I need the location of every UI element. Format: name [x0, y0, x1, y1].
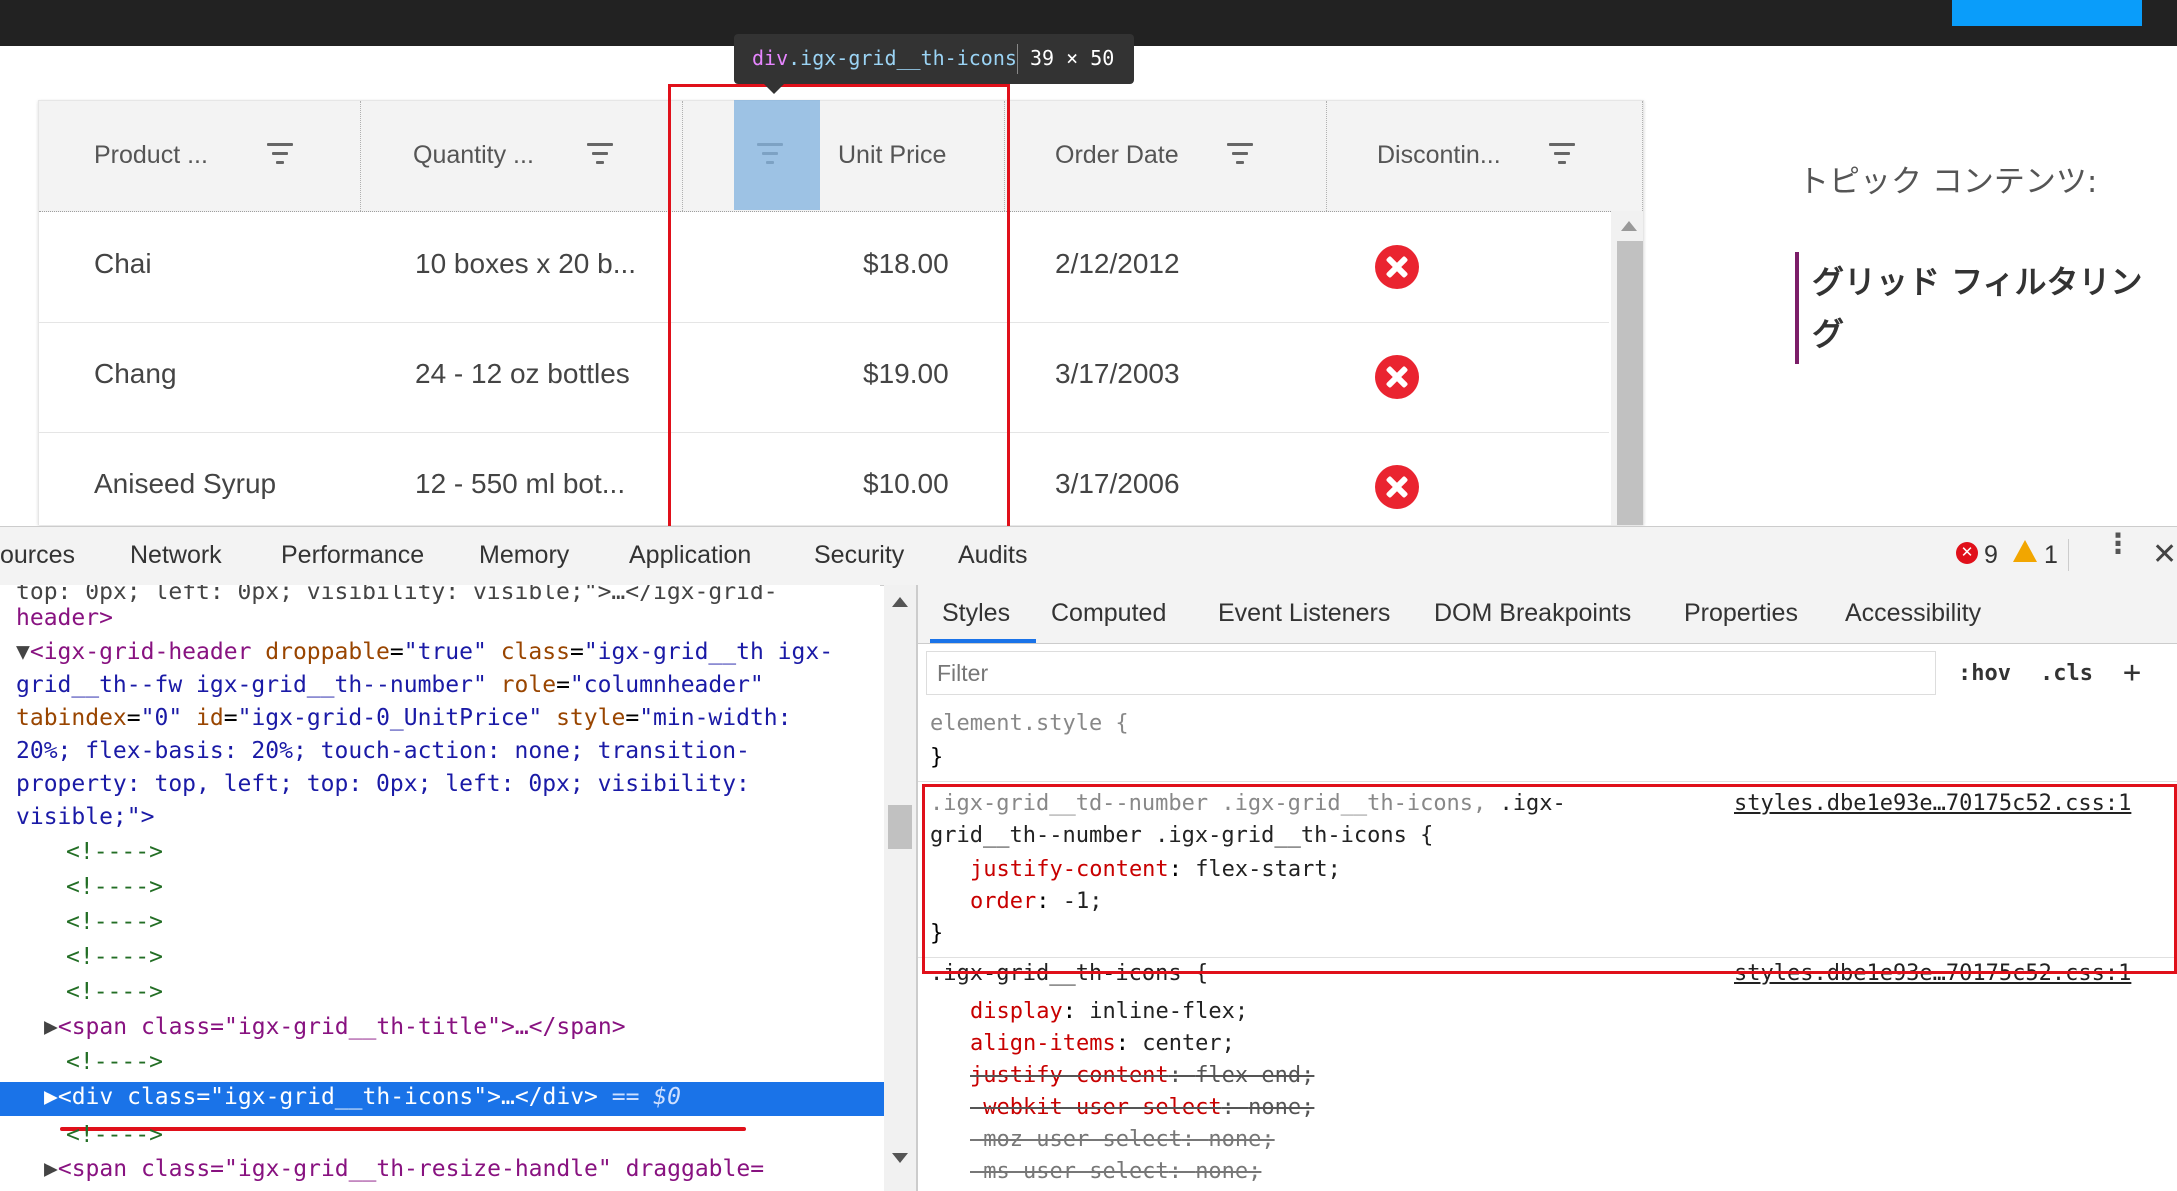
- tab-application[interactable]: Application: [629, 541, 751, 570]
- hov-toggle[interactable]: :hov: [1958, 661, 2011, 686]
- dom-line[interactable]: ▶<span class="igx-grid__th-resize-handle…: [44, 1156, 764, 1182]
- cell-quantity: 24 - 12 oz bottles: [415, 358, 630, 389]
- dom-line[interactable]: tabindex="0" id="igx-grid-0_UnitPrice" s…: [16, 705, 792, 731]
- cell-product: Aniseed Syrup: [94, 468, 277, 499]
- discontinued-icon: [1375, 465, 1419, 509]
- tab-computed[interactable]: Computed: [1051, 599, 1166, 628]
- inspect-tooltip: div.igx-grid__th-icons 39 × 50: [734, 34, 1134, 94]
- filter-icon[interactable]: [1227, 143, 1253, 167]
- dom-comment[interactable]: <!---->: [66, 874, 163, 900]
- scroll-up-arrow-icon[interactable]: [892, 597, 908, 607]
- dom-line[interactable]: 20%; flex-basis: 20%; touch-action: none…: [16, 738, 750, 764]
- styles-filter-input[interactable]: Filter: [926, 651, 1936, 695]
- active-tab-indicator: [930, 639, 1036, 643]
- grid-vertical-scrollbar[interactable]: [1611, 211, 1643, 525]
- dom-line[interactable]: grid__th--fw igx-grid__th--number" role=…: [16, 672, 764, 698]
- rule2-decl-overridden[interactable]: -moz-user-select: none;: [970, 1127, 1275, 1152]
- dom-comment[interactable]: <!---->: [66, 1122, 163, 1148]
- tab-memory[interactable]: Memory: [479, 541, 569, 570]
- discontinued-icon: [1375, 355, 1419, 399]
- cls-toggle[interactable]: .cls: [2040, 661, 2093, 686]
- scrollbar-thumb[interactable]: [1617, 241, 1643, 525]
- rule2-decl[interactable]: align-items: center;: [970, 1031, 1235, 1056]
- new-rule-plus-icon[interactable]: +: [2123, 655, 2141, 690]
- devtools-tabbar: ources Network Performance Memory Applic…: [0, 526, 2177, 586]
- header-quantity[interactable]: Quantity ...: [361, 101, 683, 211]
- tab-dom-breakpoints[interactable]: DOM Breakpoints: [1434, 599, 1631, 628]
- tooltip-size: 39 × 50: [1030, 46, 1115, 70]
- rule2-decl-overridden[interactable]: justify-content: flex-end;: [970, 1063, 1314, 1088]
- error-icon[interactable]: ✕: [1956, 542, 1978, 564]
- dom-line[interactable]: top: 0px; left: 0px; visibility: visible…: [16, 585, 778, 605]
- tab-accessibility[interactable]: Accessibility: [1845, 599, 1981, 628]
- filter-icon[interactable]: [267, 143, 293, 167]
- tooltip-class: .igx-grid__th-icons: [788, 46, 1017, 70]
- discontinued-icon: [1375, 245, 1419, 289]
- topic-contents-heading: トピック コンテンツ:: [1798, 164, 2098, 200]
- error-count[interactable]: 9: [1984, 541, 1998, 570]
- header-title: Order Date: [1055, 141, 1179, 169]
- dom-line[interactable]: visible;">: [16, 804, 154, 830]
- scrollbar-thumb[interactable]: [888, 805, 912, 849]
- more-menu-icon[interactable]: ⋮: [2104, 530, 2132, 558]
- tab-properties[interactable]: Properties: [1684, 599, 1798, 628]
- toc-item-grid-filtering[interactable]: グリッド フィルタリング: [1812, 256, 2152, 360]
- dom-line[interactable]: ▶<span class="igx-grid__th-title">…</spa…: [44, 1014, 626, 1040]
- rule2-decl-overridden[interactable]: -ms-user-select: none;: [970, 1159, 1261, 1184]
- cell-date: 2/12/2012: [1055, 248, 1180, 279]
- dom-selected-row[interactable]: ▶<div class="igx-grid__th-icons">…</div>…: [0, 1082, 884, 1116]
- rule2-decl[interactable]: display: inline-flex;: [970, 999, 1248, 1024]
- rule2-decl-overridden[interactable]: -webkit-user-select: none;: [970, 1095, 1314, 1120]
- header-title: Discontin...: [1377, 141, 1501, 169]
- annotation-box-css-rule: [922, 784, 2177, 974]
- tab-performance[interactable]: Performance: [281, 541, 424, 570]
- cell-product: Chang: [94, 358, 177, 389]
- dom-comment[interactable]: <!---->: [66, 944, 163, 970]
- dom-comment[interactable]: <!---->: [66, 909, 163, 935]
- scroll-down-arrow-icon[interactable]: [892, 1153, 908, 1163]
- tab-sources[interactable]: ources: [0, 541, 75, 570]
- header-discontinued[interactable]: Discontin...: [1327, 101, 1643, 211]
- annotation-box-unit-price: [668, 84, 1010, 536]
- header-action-button[interactable]: [1952, 0, 2142, 26]
- header-title: Product ...: [94, 141, 208, 169]
- warning-icon[interactable]: [2013, 540, 2037, 562]
- dom-line[interactable]: property: top, left; top: 0px; left: 0px…: [16, 771, 750, 797]
- cell-quantity: 10 boxes x 20 b...: [415, 248, 637, 279]
- cell-date: 3/17/2006: [1055, 468, 1180, 499]
- dom-comment[interactable]: <!---->: [66, 979, 163, 1005]
- tab-network[interactable]: Network: [130, 541, 222, 570]
- toc-active-marker: [1795, 252, 1799, 364]
- warning-count[interactable]: 1: [2044, 541, 2058, 570]
- rule-close: }: [930, 745, 944, 770]
- dom-line[interactable]: header>: [16, 605, 113, 631]
- filter-icon[interactable]: [587, 143, 613, 167]
- dom-line[interactable]: ▼<igx-grid-header droppable="true" class…: [16, 639, 833, 665]
- tab-event-listeners[interactable]: Event Listeners: [1218, 599, 1390, 628]
- dom-comment[interactable]: <!---->: [66, 839, 163, 865]
- header-title: Quantity ...: [413, 141, 534, 169]
- filter-icon[interactable]: [1549, 143, 1575, 167]
- cell-product: Chai: [94, 248, 152, 279]
- close-icon[interactable]: ✕: [2152, 537, 2177, 572]
- cell-quantity: 12 - 550 ml bot...: [415, 468, 626, 499]
- cell-date: 3/17/2003: [1055, 358, 1180, 389]
- dom-scrollbar[interactable]: [884, 585, 916, 1191]
- element-style-selector[interactable]: element.style {: [930, 711, 1129, 736]
- tooltip-tag: div: [752, 46, 789, 70]
- tab-audits[interactable]: Audits: [958, 541, 1027, 570]
- header-product[interactable]: Product ...: [39, 101, 361, 211]
- dom-selected-element: <div class="igx-grid__th-icons">…</div>: [57, 1084, 598, 1110]
- dom-comment[interactable]: <!---->: [66, 1049, 163, 1075]
- scroll-up-arrow-icon[interactable]: [1621, 221, 1637, 231]
- tab-security[interactable]: Security: [814, 541, 904, 570]
- styles-tabbar: Styles Computed Event Listeners DOM Brea…: [918, 585, 2177, 644]
- tab-styles[interactable]: Styles: [942, 599, 1010, 628]
- header-order-date[interactable]: Order Date: [1005, 101, 1327, 211]
